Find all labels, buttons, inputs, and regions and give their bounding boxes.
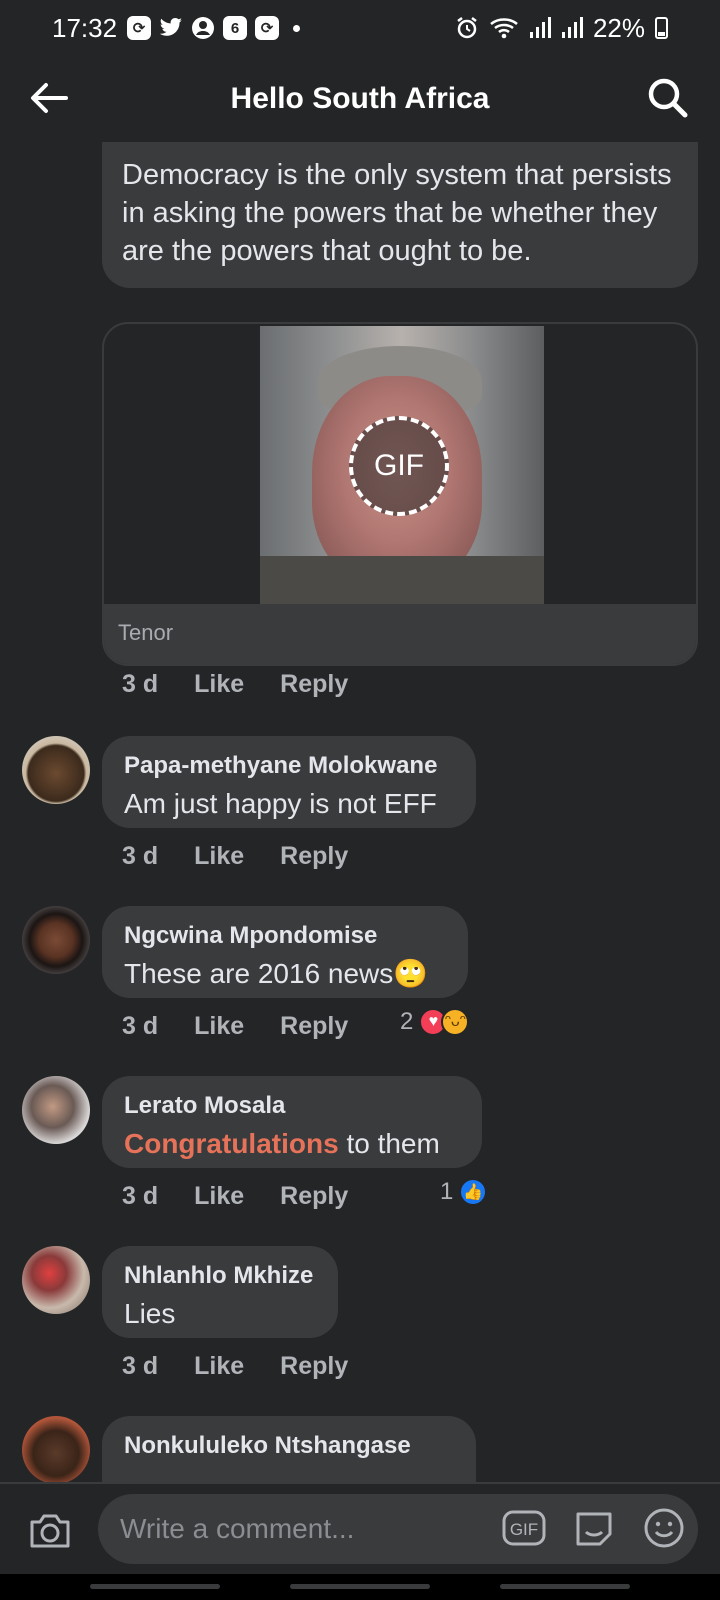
status-time: 17:32 [52, 12, 118, 43]
signal-icon [529, 17, 551, 38]
commenter-name[interactable]: Papa-methyane Molokwane [124, 752, 454, 780]
comment-bubble[interactable]: Nonkululeko Ntshangase [102, 1416, 476, 1482]
comment-actions: 3 d Like Reply [122, 1012, 348, 1041]
page-title: Hello South Africa [230, 82, 490, 115]
wifi-icon [490, 18, 518, 39]
sync-icon: ⟳ [255, 16, 280, 40]
comment-composer: GIF [0, 1482, 720, 1574]
comment-time: 3 d [122, 842, 159, 870]
signal-icon [561, 17, 583, 38]
nav-home-button[interactable] [290, 1584, 430, 1589]
avatar[interactable] [22, 1416, 90, 1482]
system-navigation-bar [0, 1574, 720, 1600]
nav-back-button[interactable] [500, 1584, 630, 1589]
comment-text: Lies [124, 1298, 176, 1329]
reply-button[interactable]: Reply [280, 670, 348, 699]
reply-button[interactable]: Reply [280, 1182, 348, 1211]
camera-icon[interactable] [28, 1510, 72, 1550]
page-header: Hello South Africa [0, 56, 720, 142]
account-icon [192, 17, 215, 39]
gif-icon: GIF [502, 1510, 546, 1546]
gif-play-badge[interactable]: GIF [349, 416, 449, 516]
emoji-icon[interactable] [642, 1506, 686, 1550]
avatar[interactable] [22, 736, 90, 804]
gif-label: GIF [510, 1520, 538, 1539]
comments-feed[interactable]: Democracy is the only system that persis… [0, 142, 720, 1482]
comment-bubble[interactable]: Lerato Mosala Congratulations to them [102, 1076, 482, 1168]
nav-recent-button[interactable] [90, 1584, 220, 1589]
sync-icon: ⟳ [127, 16, 152, 40]
reaction-count: 2 [400, 1008, 414, 1035]
comment-bubble[interactable]: Democracy is the only system that persis… [102, 142, 698, 288]
calendar-day: 6 [230, 19, 240, 37]
commenter-name[interactable]: Ngcwina Mpondomise [124, 922, 446, 950]
comment-text-wrap: These are 2016 news🙄 [124, 956, 446, 992]
avatar[interactable] [22, 1246, 90, 1314]
sticker-icon[interactable] [572, 1506, 616, 1550]
gif-source: Tenor [104, 604, 696, 664]
like-button[interactable]: Like [194, 1182, 244, 1211]
comment-actions: 3 d Like Reply [122, 1182, 348, 1211]
like-button[interactable]: Like [194, 1352, 244, 1381]
battery-percent: 22% [592, 12, 645, 43]
commenter-name[interactable]: Nonkululeko Ntshangase [124, 1432, 454, 1460]
thumbs-up-reaction-icon: 👍 [459, 1178, 488, 1206]
avatar[interactable] [22, 906, 90, 974]
eye-roll-emoji: 🙄 [393, 958, 429, 989]
comment-time: 3 d [122, 1012, 159, 1040]
battery-icon [655, 17, 668, 39]
comment-text-wrap: Congratulations to them [124, 1126, 460, 1162]
reaction-summary[interactable]: 1 👍 [440, 1178, 488, 1206]
reply-button[interactable]: Reply [280, 1352, 348, 1381]
comment-actions: 3 d Like Reply [122, 1352, 348, 1381]
comment-text: to them [338, 1128, 440, 1159]
comment-actions: 3 d Like Reply [122, 842, 348, 871]
comment-text: Democracy is the only system that persis… [122, 159, 672, 267]
commenter-name[interactable]: Lerato Mosala [124, 1092, 460, 1120]
comment-bubble[interactable]: Ngcwina Mpondomise These are 2016 news🙄 [102, 906, 468, 998]
reaction-summary[interactable]: 2 ♥ ᵔᴗᵔ [400, 1008, 470, 1036]
more-notifications-dot [293, 24, 301, 32]
like-button[interactable]: Like [194, 670, 244, 699]
haha-reaction-icon: ᵔᴗᵔ [441, 1008, 470, 1036]
commenter-name[interactable]: Nhlanhlo Mkhize [124, 1262, 316, 1290]
avatar[interactable] [22, 1076, 90, 1144]
comment-text: Am just happy is not EFF [124, 788, 437, 819]
highlighted-word[interactable]: Congratulations [124, 1128, 339, 1159]
comment-bubble[interactable]: Papa-methyane Molokwane Am just happy is… [102, 736, 476, 828]
comment-bubble[interactable]: Nhlanhlo Mkhize Lies [102, 1246, 338, 1338]
status-bar: 17:32 ⟳ 6 ⟳ 22% [0, 0, 720, 56]
like-button[interactable]: Like [194, 1012, 244, 1041]
reaction-count: 1 [440, 1178, 454, 1205]
system-icons: 22% [455, 13, 668, 44]
twitter-icon [159, 18, 183, 36]
calendar-icon: 6 [223, 16, 248, 40]
search-icon[interactable] [646, 76, 690, 120]
like-button[interactable]: Like [194, 842, 244, 871]
comment-time: 3 d [122, 670, 159, 698]
back-arrow-icon[interactable] [26, 76, 74, 120]
comment-text: These are 2016 news [124, 958, 394, 989]
comment-time: 3 d [122, 1182, 159, 1210]
gif-button[interactable]: GIF [502, 1508, 546, 1548]
gif-attachment[interactable]: GIF Tenor [102, 322, 698, 666]
reply-button[interactable]: Reply [280, 842, 348, 871]
comment-time: 3 d [122, 1352, 159, 1380]
comment-actions: 3 d Like Reply [122, 670, 348, 699]
alarm-icon [457, 17, 477, 39]
reply-button[interactable]: Reply [280, 1012, 348, 1041]
notification-icons: ⟳ 6 ⟳ [127, 16, 301, 40]
